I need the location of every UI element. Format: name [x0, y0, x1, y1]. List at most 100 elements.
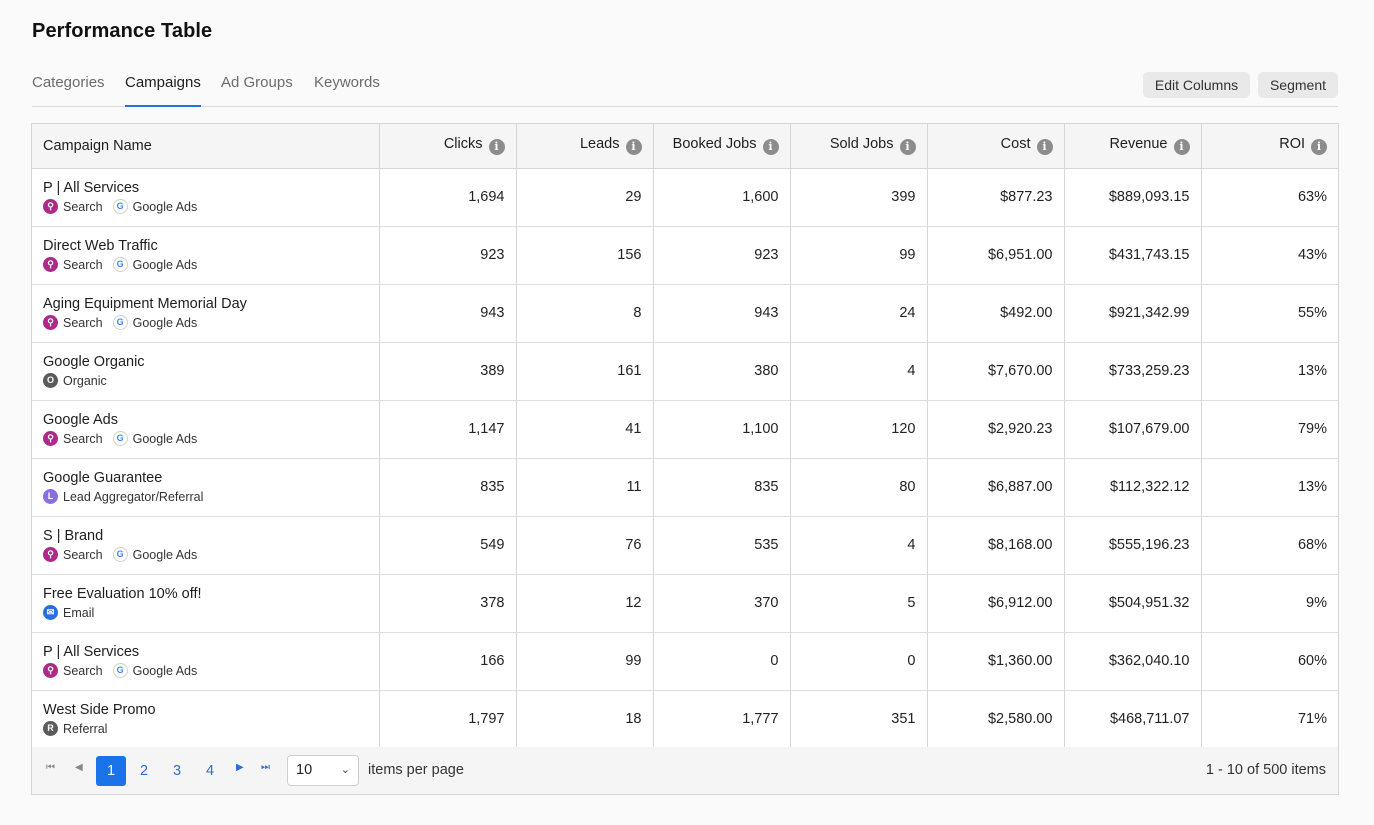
column-header-label: Cost: [1000, 136, 1031, 153]
last-page-icon[interactable]: ⏭: [261, 762, 270, 773]
tab-keywords[interactable]: Keywords: [314, 66, 380, 107]
source-tag: ⚲ Search: [43, 431, 103, 446]
google-icon: G: [112, 431, 128, 446]
cost-cell: $1,360.00: [927, 632, 1065, 691]
first-page-icon[interactable]: ⏮: [46, 762, 55, 773]
page-button-3[interactable]: 3: [162, 756, 192, 786]
previous-page-icon[interactable]: ◀: [75, 762, 83, 773]
sold-jobs-cell: 0: [790, 632, 928, 691]
pagination-bar: ⏮ ◀ 1 2 3 4 ▶ ⏭ 10 ⌄ items per page 1 - …: [32, 747, 1338, 794]
info-icon[interactable]: i: [762, 139, 779, 156]
column-header-clicks[interactable]: Clicks i: [379, 124, 517, 169]
clicks-cell: 835: [379, 458, 517, 517]
campaign-name[interactable]: S | Brand: [43, 528, 368, 544]
sold-jobs-cell: 120: [790, 400, 928, 459]
cost-cell: $877.23: [927, 168, 1065, 227]
items-per-page-label: items per page: [368, 762, 464, 778]
info-icon[interactable]: i: [1036, 139, 1053, 156]
source-tag-label: Google Ads: [132, 315, 198, 330]
leads-cell: 41: [516, 400, 654, 459]
source-tag-label: Search: [63, 431, 103, 446]
campaign-name[interactable]: P | All Services: [43, 180, 368, 196]
tab-categories[interactable]: Categories: [32, 66, 105, 107]
campaign-name[interactable]: Google Ads: [43, 412, 368, 428]
sold-jobs-cell: 80: [790, 458, 928, 517]
campaign-name[interactable]: West Side Promo: [43, 702, 368, 718]
column-header-campaign-name[interactable]: Campaign Name: [32, 124, 380, 169]
revenue-cell: $431,743.15: [1064, 226, 1202, 285]
campaign-name-cell: P | All Services ⚲ Search G Google Ads: [32, 632, 380, 691]
clicks-cell: 378: [379, 574, 517, 633]
info-icon[interactable]: i: [1311, 139, 1327, 156]
campaign-name[interactable]: P | All Services: [43, 644, 368, 660]
page-button-1[interactable]: 1: [96, 756, 126, 786]
cost-cell: $6,887.00: [927, 458, 1065, 517]
table-row[interactable]: P | All Services ⚲ Search G Google Ads 1,694 2…: [32, 168, 1338, 227]
table-row[interactable]: P | All Services ⚲ Search G Google Ads 166 99 0…: [32, 632, 1338, 691]
search-icon: ⚲: [43, 315, 58, 330]
source-tag: G Google Ads: [112, 315, 198, 330]
source-tag: ⚲ Search: [43, 315, 103, 330]
info-icon[interactable]: i: [488, 139, 505, 156]
campaign-name[interactable]: Aging Equipment Memorial Day: [43, 296, 368, 312]
search-icon: ⚲: [43, 257, 58, 272]
info-icon[interactable]: i: [1173, 139, 1190, 156]
table-row[interactable]: Google Organic O Organic 389 161 380 4 $7,670.0…: [32, 342, 1338, 401]
table-row[interactable]: Direct Web Traffic ⚲ Search G Google Ads 923 1…: [32, 226, 1338, 285]
column-header-label: Sold Jobs: [829, 136, 894, 153]
clicks-cell: 923: [379, 226, 517, 285]
booked-jobs-cell: 923: [653, 226, 791, 285]
booked-jobs-cell: 535: [653, 516, 791, 575]
column-header-sold-jobs[interactable]: Sold Jobs i: [790, 124, 928, 169]
column-header-booked-jobs[interactable]: Booked Jobs i: [653, 124, 791, 169]
clicks-cell: 549: [379, 516, 517, 575]
column-header-cost[interactable]: Cost i: [927, 124, 1065, 169]
table-row[interactable]: Google Ads ⚲ Search G Google Ads 1,147 41 1,100…: [32, 400, 1338, 459]
source-tag: ✉ Email: [43, 605, 94, 620]
column-header-label: Clicks: [443, 136, 483, 153]
items-per-page-select[interactable]: 10 ⌄: [287, 755, 359, 786]
page-button-4[interactable]: 4: [195, 756, 225, 786]
column-header-leads[interactable]: Leads i: [516, 124, 654, 169]
campaign-name[interactable]: Google Organic: [43, 354, 368, 370]
google-icon: G: [112, 257, 128, 272]
google-icon: G: [112, 663, 128, 678]
table-row[interactable]: Aging Equipment Memorial Day ⚲ Search G Goog…: [32, 284, 1338, 343]
source-tag-label: Google Ads: [132, 199, 198, 214]
table-row[interactable]: West Side Promo R Referral 1,797 18 1,777 351 $…: [32, 690, 1338, 749]
column-header-roi[interactable]: ROI i: [1201, 124, 1338, 169]
campaign-name[interactable]: Free Evaluation 10% off!: [43, 586, 368, 602]
leads-cell: 29: [516, 168, 654, 227]
column-header-label: ROI: [1279, 136, 1305, 153]
performance-table: Campaign Name Clicks i Leads i Booked Jobs i So…: [31, 123, 1339, 795]
table-row[interactable]: Free Evaluation 10% off! ✉ Email 378 12 370 5 $…: [32, 574, 1338, 633]
revenue-cell: $555,196.23: [1064, 516, 1202, 575]
table-row[interactable]: S | Brand ⚲ Search G Google Ads 549 76 535 4 $8,1…: [32, 516, 1338, 575]
campaign-tags: ⚲ Search G Google Ads: [43, 315, 368, 330]
page-button-2[interactable]: 2: [129, 756, 159, 786]
campaign-tags: ✉ Email: [43, 605, 368, 620]
source-tag: G Google Ads: [112, 663, 197, 678]
info-icon[interactable]: i: [899, 139, 916, 156]
column-header-revenue[interactable]: Revenue i: [1064, 124, 1202, 169]
clicks-cell: 389: [379, 342, 517, 401]
segment-button[interactable]: Segment: [1258, 72, 1338, 98]
source-tag: ⚲ Search: [43, 663, 103, 678]
tab-ad-groups[interactable]: Ad Groups: [221, 66, 293, 107]
campaign-name[interactable]: Direct Web Traffic: [43, 238, 368, 254]
campaign-name-cell: Google Ads ⚲ Search G Google Ads: [32, 400, 380, 459]
source-tag-label: Search: [63, 663, 103, 678]
campaign-name[interactable]: Google Guarantee: [43, 470, 368, 486]
tab-campaigns[interactable]: Campaigns: [125, 66, 201, 107]
edit-columns-button[interactable]: Edit Columns: [1143, 72, 1250, 98]
table-header-row: Campaign Name Clicks i Leads i Booked Jobs i So…: [32, 124, 1338, 169]
item-count-summary: 1 - 10 of 500 items: [1205, 762, 1326, 778]
next-page-icon[interactable]: ▶: [236, 762, 244, 773]
table-row[interactable]: Google Guarantee L Lead Aggregator/Referra…: [32, 458, 1338, 517]
source-tag-label: Organic: [63, 373, 107, 388]
revenue-cell: $889,093.15: [1064, 168, 1202, 227]
booked-jobs-cell: 380: [653, 342, 791, 401]
info-icon[interactable]: i: [625, 139, 642, 156]
campaign-tags: L Lead Aggregator/Referral: [43, 489, 368, 504]
campaign-tags: ⚲ Search G Google Ads: [43, 199, 368, 214]
